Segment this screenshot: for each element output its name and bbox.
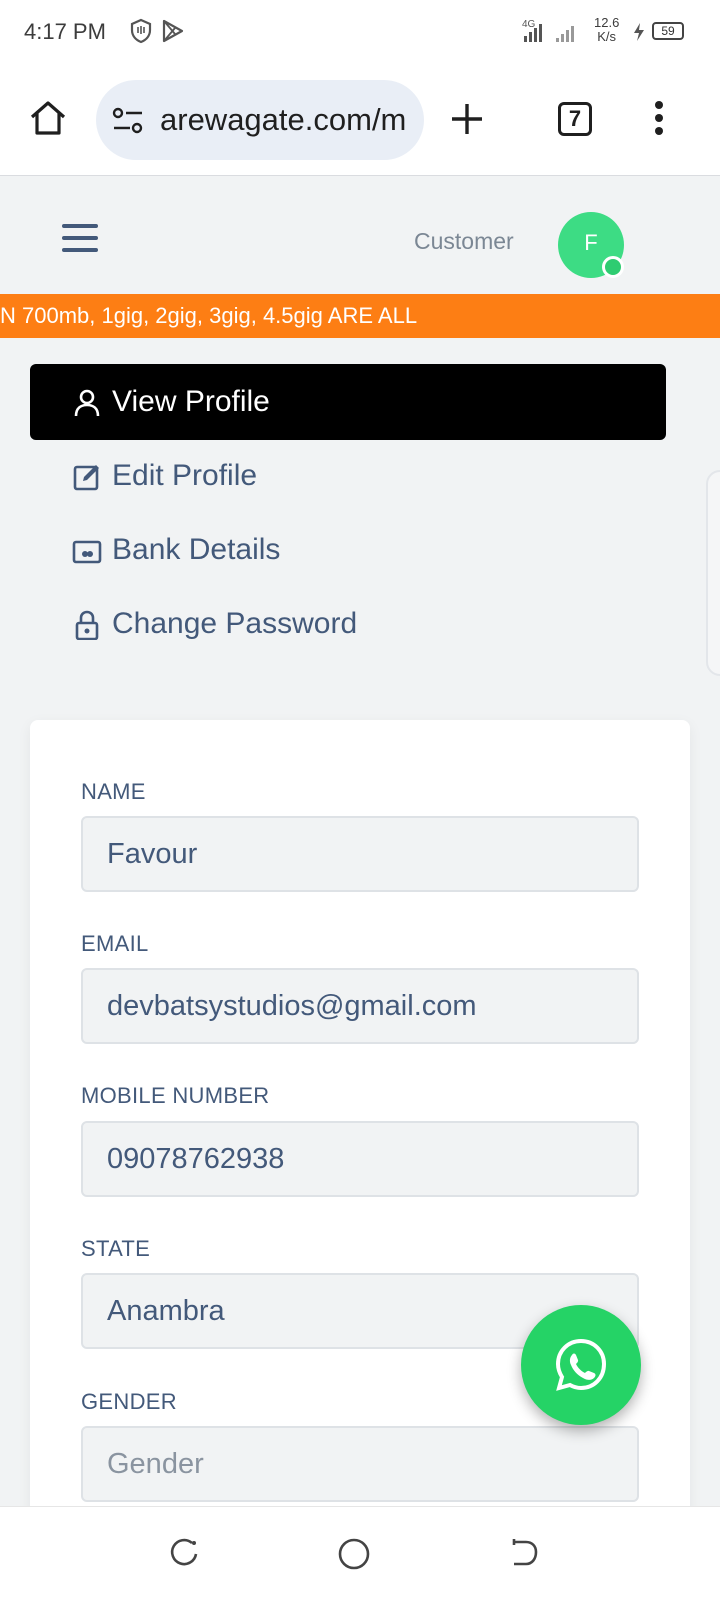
name-label: NAME <box>81 779 146 804</box>
email-label: EMAIL <box>81 931 149 956</box>
network-speed-value: 12.6 <box>594 15 620 30</box>
menu-item-bank-details[interactable]: Bank Details <box>30 512 666 588</box>
charging-icon <box>632 22 646 47</box>
menu-item-label: Edit Profile <box>112 459 258 492</box>
status-bar: 4:17 PM 4G 12.6 K/s 59 <box>0 0 720 64</box>
whatsapp-button[interactable] <box>521 1305 641 1425</box>
lock-icon <box>72 610 102 641</box>
offscreen-panel-edge <box>706 470 720 676</box>
address-bar[interactable]: arewagate.com/m <box>96 80 424 160</box>
menu-item-label: Bank Details <box>112 533 281 566</box>
system-nav-bar <box>0 1506 720 1600</box>
mobile-number-field[interactable]: 09078762938 <box>81 1121 639 1197</box>
recents-icon[interactable] <box>168 1537 200 1574</box>
more-vert-icon[interactable] <box>654 100 664 141</box>
menu-item-label: View Profile <box>112 385 270 418</box>
url-text[interactable]: arewagate.com/m <box>160 102 406 138</box>
signal-icon: 4G <box>520 16 584 51</box>
tab-switcher-button[interactable]: 7 <box>558 102 592 136</box>
hamburger-menu-icon[interactable] <box>62 224 98 252</box>
menu-item-edit-profile[interactable]: Edit Profile <box>30 438 666 514</box>
home-circle-icon[interactable] <box>337 1537 371 1576</box>
browser-toolbar: arewagate.com/m 7 <box>0 64 720 176</box>
status-time: 4:17 PM <box>24 19 106 44</box>
email-field[interactable]: devbatsystudios@gmail.com <box>81 968 639 1044</box>
network-speed: 12.6 K/s <box>594 16 619 44</box>
mobile-number-label: MOBILE NUMBER <box>81 1083 270 1108</box>
site-settings-icon[interactable] <box>112 106 144 141</box>
avatar-initial: F <box>584 230 598 255</box>
gender-field[interactable]: Gender <box>81 1426 639 1502</box>
site-header: Customer F <box>0 176 720 294</box>
tab-count: 7 <box>568 106 582 131</box>
menu-item-view-profile[interactable]: View Profile <box>30 364 666 440</box>
edit-icon <box>72 462 102 492</box>
bank-card-icon <box>72 536 102 566</box>
announcement-marquee: N 700mb, 1gig, 2gig, 3gig, 4.5gig ARE AL… <box>0 294 720 338</box>
battery-level: 59 <box>661 24 675 38</box>
network-speed-unit: K/s <box>597 29 617 44</box>
new-tab-icon[interactable] <box>450 102 484 141</box>
marquee-text: N 700mb, 1gig, 2gig, 3gig, 4.5gig ARE AL… <box>0 303 418 328</box>
shield-icon <box>130 18 152 49</box>
gender-label: GENDER <box>81 1389 177 1414</box>
name-field[interactable]: Favour <box>81 816 639 892</box>
back-icon[interactable] <box>508 1537 540 1574</box>
home-icon[interactable] <box>28 98 68 143</box>
battery-icon: 59 <box>652 22 684 40</box>
network-type-label: 4G <box>522 19 536 30</box>
menu-item-change-password[interactable]: Change Password <box>30 586 666 662</box>
user-role: Customer <box>414 228 514 254</box>
user-icon <box>72 388 102 418</box>
online-status-dot <box>602 256 624 278</box>
state-label: STATE <box>81 1236 151 1261</box>
play-store-icon <box>160 18 186 49</box>
menu-item-label: Change Password <box>112 607 358 640</box>
